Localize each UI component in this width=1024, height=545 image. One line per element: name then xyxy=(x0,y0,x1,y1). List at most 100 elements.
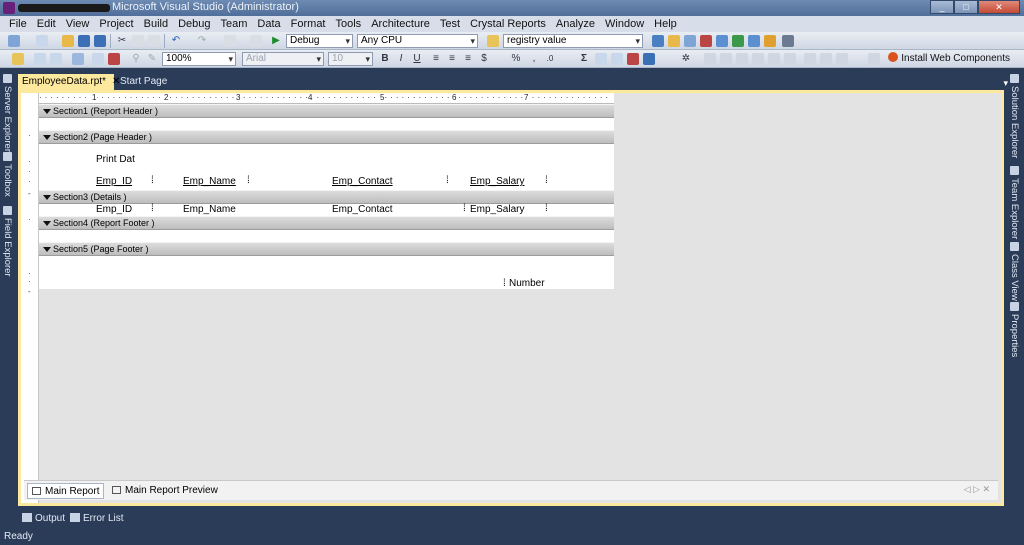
make-same-width-icon[interactable] xyxy=(804,53,816,65)
bold-button[interactable]: B xyxy=(379,53,391,65)
field-resize-handle[interactable]: ⁞ xyxy=(545,203,548,214)
class-view-tab[interactable]: Class View xyxy=(1009,242,1020,301)
tab-main-report[interactable]: Main Report xyxy=(27,483,105,499)
field-resize-handle[interactable]: ⁞ xyxy=(446,175,449,186)
output-tab[interactable]: Output xyxy=(22,511,65,527)
header-emp-salary[interactable]: Emp_Salary xyxy=(470,176,524,187)
header-emp-contact[interactable]: Emp_Contact xyxy=(332,176,393,187)
section4-body[interactable] xyxy=(39,230,614,242)
section2-page-header-bar[interactable]: Section2 (Page Header ) xyxy=(39,130,614,144)
insert-field-icon[interactable] xyxy=(34,53,46,65)
align-lefts-icon[interactable] xyxy=(752,53,764,65)
section4-report-footer-bar[interactable]: Section4 (Report Footer ) xyxy=(39,216,614,230)
menu-test[interactable]: Test xyxy=(435,18,465,30)
insert-cross-tab-icon[interactable] xyxy=(611,53,623,65)
save-all-icon[interactable] xyxy=(94,35,106,47)
menu-build[interactable]: Build xyxy=(139,18,173,30)
object-browser-icon[interactable] xyxy=(700,35,712,47)
redo-icon[interactable]: ↷ xyxy=(196,35,208,47)
field-resize-handle[interactable]: ⁞ xyxy=(463,203,466,214)
detail-emp-name[interactable]: Emp_Name xyxy=(183,204,236,215)
menu-format[interactable]: Format xyxy=(286,18,331,30)
field-explorer-tab[interactable]: Field Explorer xyxy=(2,206,13,277)
section5-body[interactable]: ⁞ Number xyxy=(39,256,614,289)
section1-report-header-bar[interactable]: Section1 (Report Header ) xyxy=(39,104,614,118)
header-emp-id[interactable]: Emp_ID xyxy=(96,176,132,187)
make-same-size-icon[interactable] xyxy=(836,53,848,65)
section3-details-bar[interactable]: Section3 (Details ) xyxy=(39,190,614,204)
underline-button[interactable]: U xyxy=(411,53,423,65)
start-debugging-icon[interactable]: ▶ xyxy=(270,35,282,47)
field-resize-handle[interactable]: ⁞ xyxy=(151,175,154,186)
align-centers-icon[interactable] xyxy=(768,53,780,65)
maximize-button[interactable]: □ xyxy=(954,0,978,14)
extension-manager-icon[interactable] xyxy=(748,35,760,47)
minimize-button[interactable]: _ xyxy=(930,0,954,14)
thousands-icon[interactable]: , xyxy=(528,53,540,65)
field-resize-handle[interactable]: ⁞ xyxy=(503,278,506,289)
menu-view[interactable]: View xyxy=(61,18,95,30)
menu-edit[interactable]: Edit xyxy=(32,18,61,30)
menu-window[interactable]: Window xyxy=(600,18,649,30)
tab-start-page[interactable]: Start Page xyxy=(116,74,171,90)
tab-main-report-preview[interactable]: Main Report Preview xyxy=(108,483,222,499)
copy-icon[interactable] xyxy=(132,35,144,47)
cut-icon[interactable]: ✂ xyxy=(116,35,128,47)
add-item-icon[interactable] xyxy=(36,35,48,47)
print-date-field[interactable]: Print Dat xyxy=(96,154,135,165)
install-web-components-button[interactable]: Install Web Components xyxy=(888,52,1010,66)
menu-architecture[interactable]: Architecture xyxy=(366,18,435,30)
undo-icon[interactable]: ↶ xyxy=(170,35,182,47)
section1-body[interactable] xyxy=(39,118,614,130)
menu-help[interactable]: Help xyxy=(649,18,682,30)
menu-analyze[interactable]: Analyze xyxy=(551,18,600,30)
navigate-backward-icon[interactable] xyxy=(224,35,236,47)
other-windows-icon[interactable] xyxy=(782,35,794,47)
detail-emp-salary[interactable]: Emp_Salary xyxy=(470,204,524,215)
align-left-icon[interactable]: ≡ xyxy=(430,53,442,65)
align-tops-icon[interactable] xyxy=(704,53,716,65)
find-icon[interactable] xyxy=(487,35,499,47)
select-pointer-icon[interactable] xyxy=(12,53,24,65)
configuration-combo[interactable]: Debug xyxy=(286,34,353,48)
properties-tab[interactable]: Properties xyxy=(1009,302,1020,357)
error-list-tab[interactable]: Error List xyxy=(70,511,124,527)
section3-body[interactable]: Emp_ID ⁞ Emp_Name Emp_Contact ⁞ Emp_Sala… xyxy=(39,203,614,216)
section5-page-footer-bar[interactable]: Section5 (Page Footer ) xyxy=(39,242,614,256)
link-icon[interactable]: ⚲ xyxy=(130,53,142,65)
find-in-files-icon[interactable] xyxy=(652,35,664,47)
remove-icon[interactable] xyxy=(108,53,120,65)
font-combo[interactable]: Arial xyxy=(242,52,324,66)
solution-explorer-icon[interactable] xyxy=(668,35,680,47)
insert-box-icon[interactable] xyxy=(50,53,62,65)
close-button[interactable]: ✕ xyxy=(978,0,1020,14)
insert-picture-icon[interactable] xyxy=(92,53,104,65)
sum-icon[interactable]: Σ xyxy=(578,53,590,65)
menu-project[interactable]: Project xyxy=(94,18,138,30)
increase-decimal-icon[interactable]: .0 xyxy=(544,53,556,65)
platform-combo[interactable]: Any CPU xyxy=(357,34,478,48)
field-resize-handle[interactable]: ⁞ xyxy=(247,175,250,186)
menu-data[interactable]: Data xyxy=(252,18,285,30)
format-painter-icon[interactable]: ✎ xyxy=(146,53,158,65)
detail-emp-id[interactable]: Emp_ID xyxy=(96,204,132,215)
detail-emp-contact[interactable]: Emp_Contact xyxy=(332,204,393,215)
insert-chart-icon[interactable] xyxy=(72,53,84,65)
italic-button[interactable]: I xyxy=(395,53,407,65)
toolbox-tab[interactable]: Toolbox xyxy=(2,152,13,197)
navigate-forward-icon[interactable] xyxy=(250,35,262,47)
percent-button[interactable]: % xyxy=(510,53,522,65)
menu-debug[interactable]: Debug xyxy=(173,18,215,30)
zoom-combo[interactable]: 100% xyxy=(162,52,236,66)
insert-subreport-icon[interactable] xyxy=(627,53,639,65)
properties-window-icon[interactable] xyxy=(684,35,696,47)
align-bottoms-icon[interactable] xyxy=(736,53,748,65)
align-right-icon[interactable]: ≡ xyxy=(462,53,474,65)
align-center-icon[interactable]: ≡ xyxy=(446,53,458,65)
snap-to-grid-icon[interactable]: ✲ xyxy=(680,53,692,65)
align-middles-icon[interactable] xyxy=(720,53,732,65)
field-resize-handle[interactable]: ⁞ xyxy=(151,203,154,214)
menu-file[interactable]: File xyxy=(4,18,32,30)
find-combo[interactable]: registry value xyxy=(503,34,643,48)
team-explorer-tab[interactable]: Team Explorer xyxy=(1009,166,1020,239)
